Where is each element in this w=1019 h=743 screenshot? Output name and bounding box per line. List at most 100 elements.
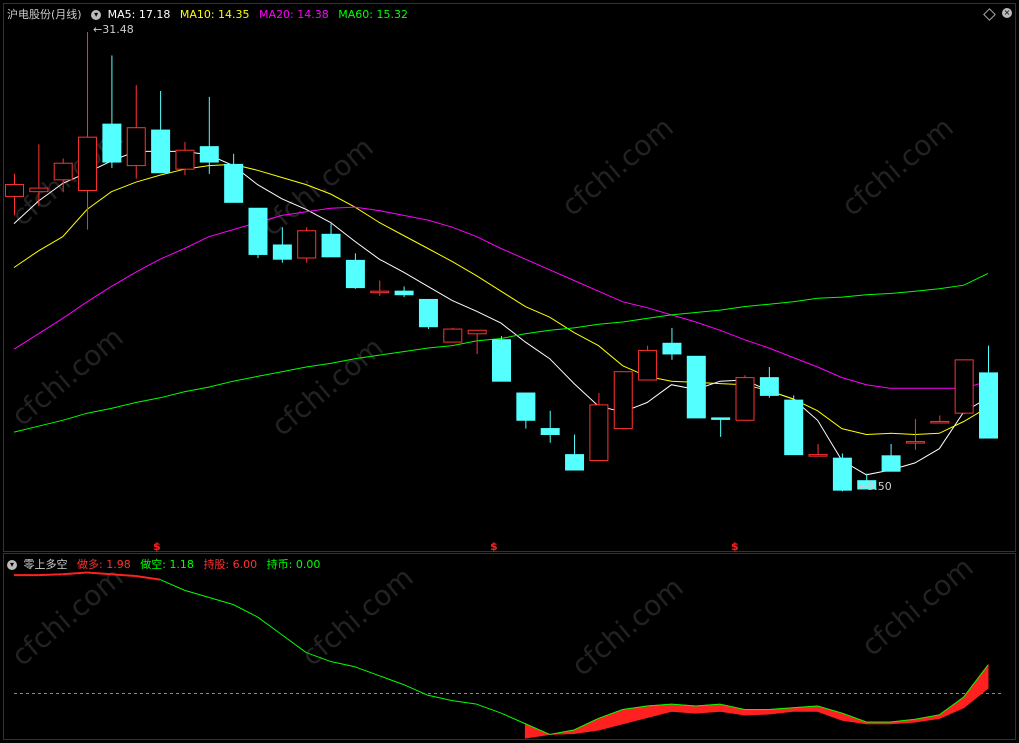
- zuoduo-value: 1.98: [106, 558, 131, 571]
- ma5-value: 17.18: [138, 8, 171, 21]
- indicator-segment: [281, 634, 307, 653]
- candle-body: [979, 372, 998, 439]
- candle-body: [613, 371, 633, 430]
- ma20-value: 14.38: [297, 8, 329, 21]
- indicator-segment: [111, 573, 136, 578]
- candle-body: [467, 329, 487, 335]
- zuokong-label: 做空:: [140, 558, 166, 571]
- dropdown-circle-icon[interactable]: ▾: [7, 560, 17, 570]
- candle-body: [394, 290, 414, 296]
- signal-mark-2: $: [490, 540, 498, 553]
- signal-mark-1: $: [153, 540, 161, 553]
- dropdown-circle-icon[interactable]: ▾: [91, 10, 102, 20]
- candle-body: [686, 355, 706, 419]
- candle-body: [248, 207, 268, 255]
- candle-body: [29, 187, 49, 193]
- indicator-segment: [306, 652, 331, 662]
- indicator-segment: [500, 712, 526, 725]
- candle-body: [345, 259, 365, 289]
- indicator-segment: [379, 675, 404, 686]
- candle-body: [638, 349, 658, 381]
- stock-chart[interactable]: [0, 0, 1019, 743]
- candle-body: [297, 230, 317, 259]
- high-price-label: 31.48: [102, 23, 134, 36]
- ma10-line: [13, 163, 989, 436]
- candle-body: [443, 328, 463, 343]
- indicator-segment: [208, 596, 234, 605]
- candle-body: [175, 149, 195, 170]
- chigu-label: 持股:: [203, 558, 230, 571]
- indicator-segment: [135, 575, 161, 581]
- ma60-label: MA60:: [338, 8, 373, 21]
- indicator-segment: [159, 579, 185, 591]
- indicator-segment: [476, 703, 502, 714]
- indicator-segment: [62, 571, 88, 576]
- low-price-label: 9.50: [867, 480, 892, 493]
- zuokong-value: 1.18: [169, 558, 194, 571]
- candle-body: [492, 339, 511, 382]
- chibi-value: 0.00: [295, 558, 321, 571]
- candle-layer: [5, 32, 998, 492]
- indicator-segment: [403, 684, 429, 696]
- low-price-mark: ←9.50: [858, 480, 892, 493]
- candle-body: [5, 184, 24, 197]
- close-circle-icon[interactable]: ×: [1002, 8, 1012, 18]
- candle-body: [881, 455, 901, 472]
- indicator-segment: [38, 573, 63, 577]
- candle-body: [930, 420, 950, 424]
- candle-body: [954, 359, 974, 414]
- ma10-label: MA10:: [179, 8, 215, 21]
- indicator-segment: [427, 694, 453, 702]
- buy-band: [524, 663, 989, 739]
- sub-indicator-layer: [14, 571, 1003, 739]
- candle-body: [516, 392, 536, 421]
- candle-body: [370, 290, 390, 294]
- arrow-left-icon: ←: [858, 480, 868, 493]
- candle-body: [151, 129, 171, 174]
- candle-body: [711, 417, 731, 420]
- signal-mark-3: $: [731, 540, 739, 553]
- main-panel-frame: [3, 3, 1016, 552]
- candle-body: [759, 377, 779, 396]
- moving-average-layer: [13, 150, 989, 476]
- candle-body: [784, 399, 804, 456]
- indicator-segment: [330, 660, 356, 668]
- candle-body: [662, 342, 682, 355]
- ma60-value: 15.32: [376, 8, 408, 21]
- stock-title: 沪电股份(月线): [7, 8, 82, 21]
- indicator-segment: [232, 604, 258, 618]
- chibi-label: 持币:: [266, 558, 293, 571]
- candle-body: [102, 123, 122, 163]
- candle-body: [224, 163, 244, 203]
- candle-body: [735, 377, 755, 421]
- candle-body: [199, 146, 219, 163]
- sub-title: 零上多空: [23, 558, 68, 571]
- candle-body: [832, 457, 852, 491]
- candle-body: [272, 244, 292, 260]
- high-price-mark: ←31.48: [93, 23, 134, 36]
- chigu-value: 6.00: [232, 558, 258, 571]
- sub-panel-frame: [3, 553, 1016, 740]
- ma5-label: MA5:: [107, 8, 136, 21]
- candle-body: [53, 162, 73, 181]
- ma5-line: [13, 150, 989, 476]
- indicator-segment: [452, 700, 477, 705]
- ma20-label: MA20:: [259, 8, 294, 21]
- candle-body: [78, 136, 98, 191]
- candle-body: [126, 127, 146, 167]
- main-header: 沪电股份(月线) ▾ MA5: 17.18 MA10: 14.35 MA20: …: [7, 6, 414, 22]
- ma10-value: 14.35: [218, 8, 250, 21]
- indicator-segment: [257, 616, 283, 636]
- sub-header: ▾ 零上多空 做多: 1.98 做空: 1.18 持股: 6.00 持币: 0.…: [7, 556, 326, 572]
- candle-body: [565, 454, 585, 471]
- candle-body: [905, 441, 925, 444]
- candle-body: [418, 298, 438, 328]
- candle-body: [808, 454, 828, 457]
- indicator-segment: [184, 589, 209, 598]
- candle-body: [589, 404, 609, 462]
- arrow-left-icon: ←: [93, 23, 103, 36]
- zuoduo-label: 做多:: [77, 558, 103, 571]
- candle-body: [540, 428, 560, 435]
- indicator-segment: [354, 666, 380, 677]
- indicator-segment: [86, 571, 112, 576]
